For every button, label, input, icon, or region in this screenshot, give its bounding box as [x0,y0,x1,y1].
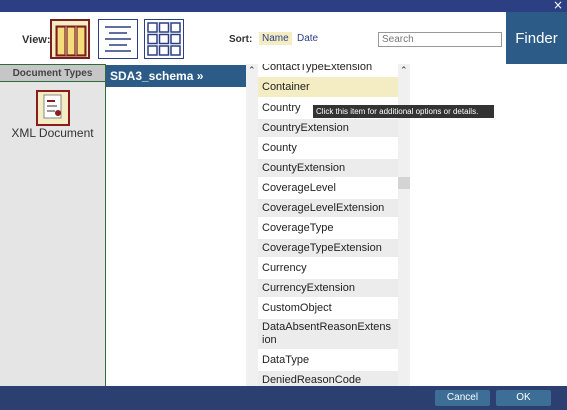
view-label: View: [22,34,51,46]
xml-document-label[interactable]: XML Document [0,126,105,140]
sort-by-date-option[interactable]: Date [297,33,318,44]
item-tooltip: Click this item for additional options o… [313,105,494,118]
list-item[interactable]: CustomObject [258,299,398,317]
scroll-up-icon[interactable]: ⌃ [248,66,256,76]
search-input[interactable] [378,32,502,47]
grid-view-icon [147,22,181,56]
list-item[interactable]: CoverageLevelExtension [258,199,398,217]
list-view-icon [105,26,131,52]
columns-view-button[interactable] [50,19,90,59]
list-item[interactable]: DataAbsentReasonExtens ion [258,319,398,349]
sort-by-name-option[interactable]: Name [259,32,292,45]
list-item[interactable]: CountyExtension [258,159,398,177]
xml-document-icon[interactable] [36,90,70,126]
list-view-button[interactable] [98,19,138,59]
scroll-thumb[interactable] [398,177,410,189]
list-item-selected[interactable]: Container [258,77,398,97]
list-item[interactable]: Currency [258,259,398,277]
list-item[interactable]: ContactTypeExtension [258,64,398,75]
grid-view-button[interactable] [144,19,184,59]
schema-header[interactable]: SDA3_schema » [106,65,246,87]
list-item[interactable]: CountryExtension [258,119,398,137]
list-item[interactable]: County [258,139,398,157]
columns-view-icon [55,25,87,57]
list-scrollbar-left[interactable]: ⌃ [246,64,258,386]
list-item[interactable]: CoverageType [258,219,398,237]
sort-label: Sort: [229,34,253,45]
list-item[interactable]: CoverageTypeExtension [258,239,398,257]
list-item[interactable]: DataType [258,351,398,369]
list-item[interactable]: CoverageLevel [258,179,398,197]
close-icon[interactable]: × [553,0,563,12]
scroll-up-icon[interactable]: ⌃ [400,66,408,76]
schema-column: SDA3_schema » [106,64,247,386]
document-types-panel: Document Types XML Document [0,64,106,386]
finder-button[interactable]: Finder [506,12,567,64]
title-bar: × [0,0,567,12]
toolbar: View: Sort: Name Date Search Finder [0,12,567,64]
ok-button[interactable]: OK [496,390,551,406]
list-item[interactable]: DeniedReasonCode [258,371,398,386]
document-types-header: Document Types [0,64,105,82]
cancel-button[interactable]: Cancel [435,390,490,406]
list-item[interactable]: CurrencyExtension [258,279,398,297]
